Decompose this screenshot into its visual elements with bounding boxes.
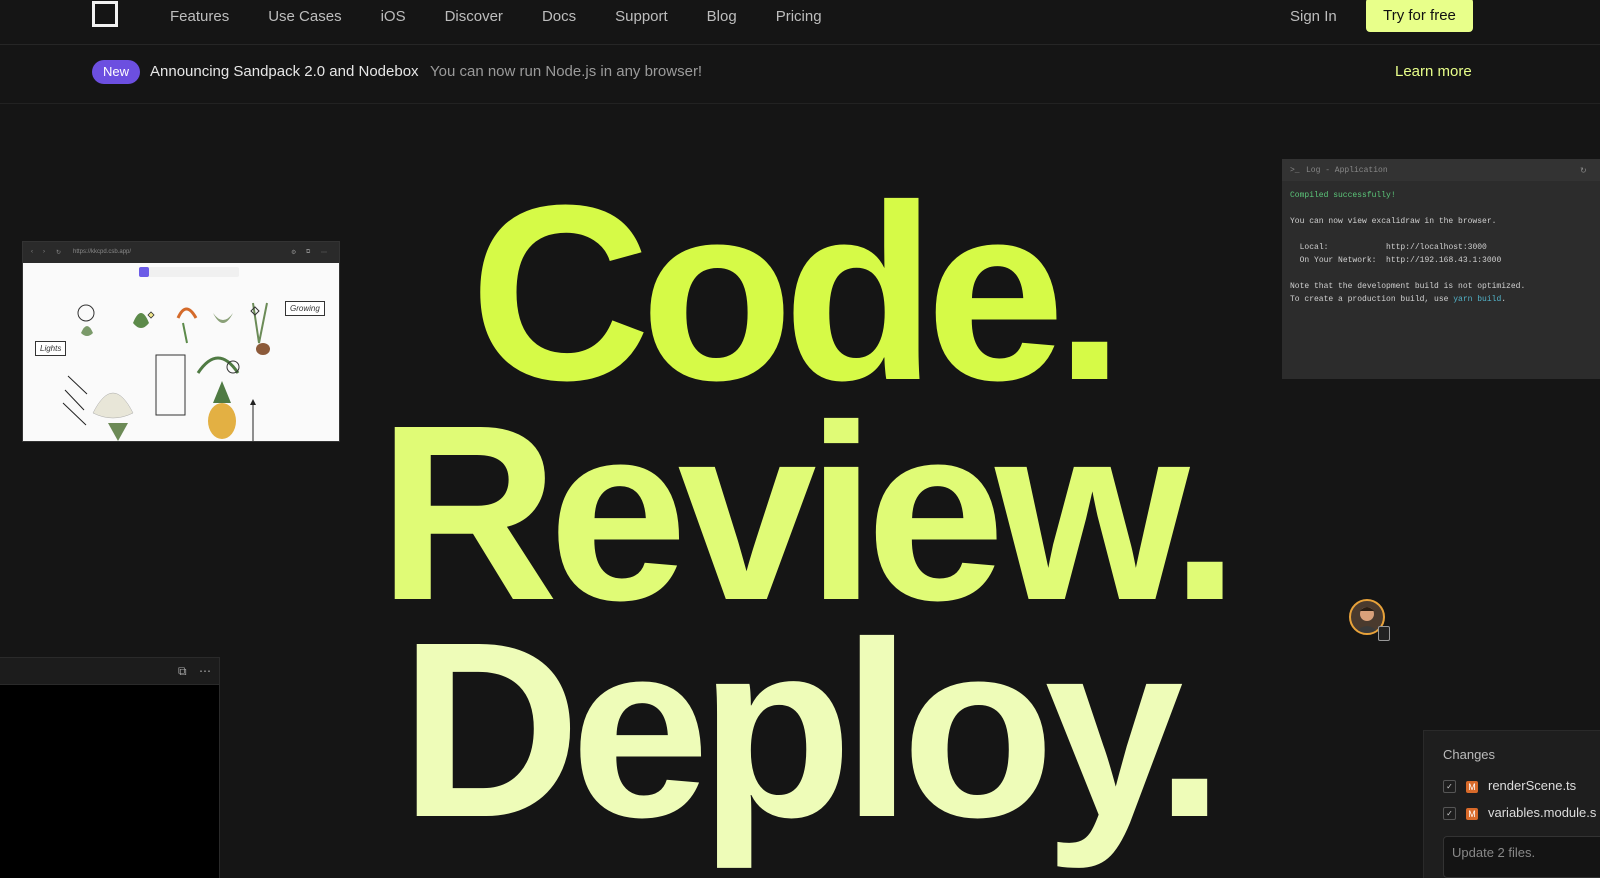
new-badge: New bbox=[92, 60, 140, 84]
sign-in-link[interactable]: Sign In bbox=[1290, 8, 1337, 25]
local-url: http://localhost:3000 bbox=[1386, 243, 1487, 252]
nav-link-docs[interactable]: Docs bbox=[542, 8, 576, 25]
refresh-icon[interactable]: ↻ bbox=[1580, 166, 1587, 176]
settings-icon[interactable]: ⚙ bbox=[291, 249, 296, 256]
change-file-row[interactable]: ✓ Mvariables.module.s bbox=[1443, 805, 1597, 821]
preview-panel-header: ⧉ ⋯ bbox=[0, 658, 219, 685]
nav-links: Features Use Cases iOS Discover Docs Sup… bbox=[170, 8, 861, 25]
commit-message-input[interactable]: Update 2 files. bbox=[1443, 836, 1600, 878]
nav-link-pricing[interactable]: Pricing bbox=[776, 8, 822, 25]
note-line-2-prefix: To create a production build, use bbox=[1290, 295, 1454, 304]
modified-badge: M bbox=[1466, 807, 1478, 820]
compiled-message: Compiled successfully! bbox=[1290, 191, 1396, 200]
browser-preview-card[interactable]: ‹ › ↻ https://kkcpd.csb.app/ ⚙ ⧉ ⋯ Growi… bbox=[22, 241, 340, 442]
more-icon[interactable]: ⋯ bbox=[199, 664, 211, 678]
open-new-window-icon[interactable]: ⧉ bbox=[306, 249, 310, 256]
announcement-title: Announcing Sandpack 2.0 and Nodebox bbox=[150, 63, 419, 80]
note-line-1: Note that the development build is not o… bbox=[1290, 282, 1526, 291]
file-name: renderScene.ts bbox=[1488, 778, 1577, 793]
modified-badge: M bbox=[1466, 780, 1478, 793]
nav-link-discover[interactable]: Discover bbox=[445, 8, 503, 25]
terminal-log-panel: >_ Log - Application ↻ Compiled successf… bbox=[1282, 159, 1600, 379]
drawing-canvas[interactable]: Growing Lights bbox=[23, 263, 339, 441]
network-label: On Your Network: bbox=[1299, 256, 1377, 265]
more-icon[interactable]: ⋯ bbox=[321, 249, 327, 256]
checkbox[interactable]: ✓ bbox=[1443, 807, 1456, 821]
terminal-prompt-icon: >_ bbox=[1290, 166, 1300, 175]
growing-label: Growing bbox=[285, 301, 325, 316]
browser-toolbar: ‹ › ↻ https://kkcpd.csb.app/ ⚙ ⧉ ⋯ bbox=[23, 242, 339, 263]
sketch-illustration bbox=[62, 302, 270, 441]
nav-link-use-cases[interactable]: Use Cases bbox=[268, 8, 341, 25]
back-icon[interactable]: ‹ bbox=[31, 249, 33, 255]
view-line: You can now view excalidraw in the brows… bbox=[1290, 217, 1497, 226]
nav-link-ios[interactable]: iOS bbox=[381, 8, 406, 25]
preview-panel: ⧉ ⋯ bbox=[0, 657, 220, 878]
changes-panel: Changes ✓ MrenderScene.ts ✓ Mvariables.mod… bbox=[1423, 730, 1600, 878]
local-label: Local: bbox=[1299, 243, 1329, 252]
announcement-bar: New Announcing Sandpack 2.0 and Nodebox … bbox=[0, 45, 1600, 104]
file-name: variables.module.s bbox=[1488, 805, 1597, 820]
hero-line-deploy: Deploy. bbox=[400, 590, 1224, 869]
changes-title: Changes bbox=[1443, 747, 1496, 762]
nav-link-support[interactable]: Support bbox=[615, 8, 668, 25]
logo-icon[interactable] bbox=[92, 1, 118, 27]
terminal-header: >_ Log - Application ↻ bbox=[1282, 159, 1600, 181]
terminal-output: Compiled successfully! You can now view … bbox=[1282, 181, 1600, 314]
try-for-free-button[interactable]: Try for free bbox=[1366, 0, 1473, 32]
reload-icon[interactable]: ↻ bbox=[56, 249, 61, 256]
terminal-title: Log - Application bbox=[1306, 166, 1388, 175]
top-nav: Features Use Cases iOS Discover Docs Sup… bbox=[0, 0, 1600, 45]
open-new-window-icon[interactable]: ⧉ bbox=[178, 664, 187, 679]
nav-link-blog[interactable]: Blog bbox=[707, 8, 737, 25]
note-line-2-suffix: . bbox=[1501, 295, 1507, 304]
network-url: http://192.168.43.1:3000 bbox=[1386, 256, 1502, 265]
lights-label: Lights bbox=[35, 341, 67, 356]
yarn-build-command: yarn build bbox=[1453, 295, 1502, 304]
learn-more-link[interactable]: Learn more bbox=[1395, 63, 1472, 80]
nav-link-features[interactable]: Features bbox=[170, 8, 229, 25]
mobile-device-icon bbox=[1378, 626, 1390, 641]
announcement-subtitle: You can now run Node.js in any browser! bbox=[430, 63, 703, 80]
checkbox[interactable]: ✓ bbox=[1443, 780, 1456, 794]
forward-icon[interactable]: › bbox=[43, 249, 45, 255]
change-file-row[interactable]: ✓ MrenderScene.ts bbox=[1443, 778, 1577, 794]
browser-url: https://kkcpd.csb.app/ bbox=[73, 249, 132, 255]
